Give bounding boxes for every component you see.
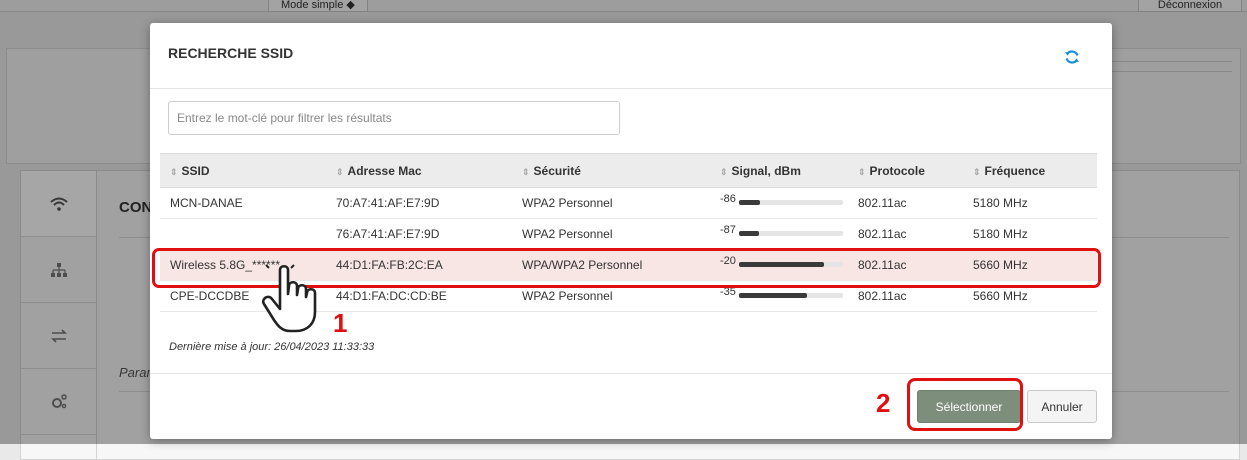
frequency-cell: 5180 MHz [963,218,1097,250]
filter-input[interactable] [168,101,620,135]
signal-bar-fill [738,293,807,299]
step-1-label: 1 [333,308,348,338]
refresh-icon[interactable] [1064,49,1080,65]
column-header-ssid[interactable]: ⇕ SSID [160,153,326,188]
signal-bar-fill [738,200,760,206]
hand-pointer-icon [262,262,317,333]
signal-bar-fill [738,231,759,237]
table-row[interactable]: 76:A7:41:AF:E7:9D WPA2 Personnel -87 802.11… [160,218,1097,250]
protocol-cell: 802.11ac [848,187,963,219]
signal-value: -87 [720,224,736,236]
cancel-button[interactable]: Annuler [1027,390,1097,423]
ssid-cell: MCN-DANAE [160,187,326,219]
mac-cell: 70:A7:41:AF:E7:9D [326,187,512,219]
column-header-mac[interactable]: ⇕ Adresse Mac [326,153,512,188]
signal-cell: -86 [710,187,848,219]
highlight-select-button [907,378,1023,431]
step-2-label: 2 [876,388,891,418]
security-cell: WPA2 Personnel [512,218,710,250]
signal-bar [738,200,843,206]
security-cell: WPA2 Personnel [512,187,710,219]
column-header-signal[interactable]: ⇕ Signal, dBm [710,153,848,188]
table-header-row: ⇕ SSID ⇕ Adresse Mac ⇕ Sécurité ⇕ Signal, dB… [160,153,1097,188]
signal-value: -86 [720,193,736,205]
column-header-protocol[interactable]: ⇕ Protocole [848,153,963,188]
column-header-frequency[interactable]: ⇕ Fréquence [963,153,1097,188]
ssid-cell [160,218,326,250]
signal-bar [738,231,843,237]
modal-title: RECHERCHE SSID [168,45,294,61]
column-header-security[interactable]: ⇕ Sécurité [512,153,710,188]
modal-header: RECHERCHE SSID [150,23,1112,89]
mac-cell: 76:A7:41:AF:E7:9D [326,218,512,250]
ssid-search-modal: RECHERCHE SSID ⇕SSID ⇕Adresse Mac ⇕Sécur… [150,23,1112,439]
protocol-cell: 802.11ac [848,218,963,250]
frequency-cell: 5180 MHz [963,187,1097,219]
signal-bar [738,293,843,299]
signal-cell: -87 [710,218,848,250]
table-row[interactable]: MCN-DANAE 70:A7:41:AF:E7:9D WPA2 Personnel… [160,187,1097,219]
last-update-text: Dernière mise à jour: 26/04/2023 11:33:3… [169,341,375,353]
